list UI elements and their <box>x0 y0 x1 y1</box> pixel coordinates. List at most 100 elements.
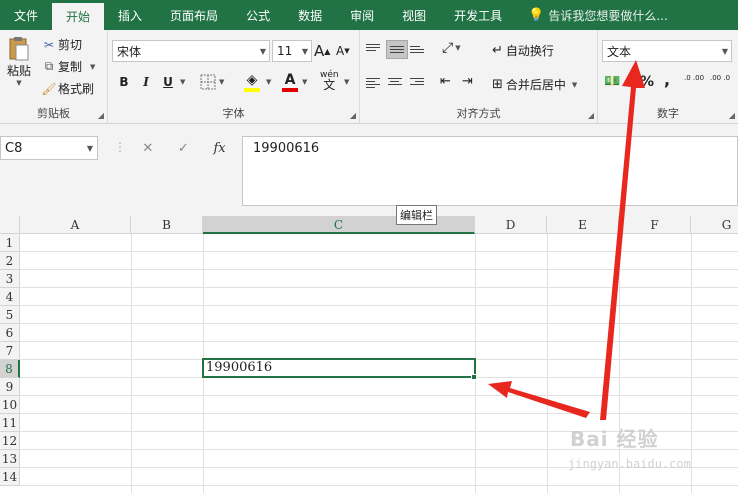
grow-font-button[interactable]: A ▲ <box>314 42 330 60</box>
decrease-indent-button[interactable]: ⇤ <box>440 74 451 89</box>
tab-page-layout[interactable]: 页面布局 <box>156 0 232 30</box>
chevron-down-icon[interactable]: ▼ <box>344 78 349 86</box>
tab-home[interactable]: 开始 <box>52 3 105 30</box>
align-middle-button[interactable] <box>386 40 408 59</box>
alignment-group: ⤢ ▼ ⇤ ⇥ ↵ 自动换行 ⊞ 合并后居中 ▼ 对齐方式 ◢ <box>360 30 598 124</box>
number-group-label: 数字 <box>657 107 679 120</box>
row-header-14[interactable]: 14 <box>0 468 20 486</box>
tell-me-box[interactable]: 💡 告诉我您想要做什么... <box>516 0 668 30</box>
tab-formulas[interactable]: 公式 <box>232 0 284 30</box>
tab-review[interactable]: 审阅 <box>336 0 388 30</box>
format-painter-button[interactable]: 🖌 格式刷 <box>40 80 94 97</box>
cancel-icon[interactable]: ✕ <box>142 141 153 156</box>
chevron-down-icon: ▼ <box>571 80 578 89</box>
comma-button[interactable]: , <box>664 70 670 89</box>
align-left-button[interactable] <box>366 76 380 90</box>
align-right-button[interactable] <box>410 76 424 87</box>
row-header-6[interactable]: 6 <box>0 324 20 342</box>
tab-file[interactable]: 文件 <box>0 0 52 30</box>
row-header-2[interactable]: 2 <box>0 252 20 270</box>
row-header-13[interactable]: 13 <box>0 450 20 468</box>
tab-data[interactable]: 数据 <box>284 0 336 30</box>
active-cell-c8[interactable]: 19900616 <box>202 358 476 378</box>
borders-button[interactable]: ▼ <box>200 74 224 90</box>
font-size-combo[interactable]: 11 ▼ <box>272 40 312 62</box>
copy-label: 复制 <box>58 60 83 74</box>
insert-function-icon[interactable]: fx <box>213 141 225 156</box>
name-box[interactable]: C8 ▼ <box>0 136 98 160</box>
row-header-9[interactable]: 9 <box>0 378 20 396</box>
align-bottom-button[interactable] <box>410 44 424 55</box>
name-box-value: C8 <box>5 140 23 156</box>
increase-decimal-button[interactable]: .0 .00 <box>684 74 706 82</box>
row-header-3[interactable]: 3 <box>0 270 20 288</box>
underline-button[interactable]: U <box>158 72 178 92</box>
align-top-button[interactable] <box>366 42 380 53</box>
increase-indent-button[interactable]: ⇥ <box>462 74 473 89</box>
number-format-combo[interactable]: 文本 ▼ <box>602 40 732 62</box>
column-header-b[interactable]: B <box>131 216 203 234</box>
paintbrush-icon: 🖌 <box>41 81 57 96</box>
shrink-font-icon: A <box>336 44 345 58</box>
fill-color-button[interactable]: ◈ <box>244 72 260 92</box>
cut-button[interactable]: ✂ 剪切 <box>40 36 82 53</box>
cut-label: 剪切 <box>58 38 83 52</box>
watermark-brand: Bai 经验 <box>570 427 659 451</box>
font-size-value: 11 <box>277 44 293 58</box>
phonetic-icon: 文 <box>323 78 336 92</box>
column-header-e[interactable]: E <box>547 216 619 234</box>
column-header-a[interactable]: A <box>20 216 131 234</box>
chevron-down-icon[interactable]: ▼ <box>180 78 185 86</box>
orientation-button[interactable]: ⤢ ▼ <box>442 40 461 56</box>
percent-button[interactable]: % <box>640 74 654 90</box>
row-header-11[interactable]: 11 <box>0 414 20 432</box>
enter-check-icon[interactable]: ✓ <box>178 141 189 156</box>
tab-view[interactable]: 视图 <box>388 0 440 30</box>
formula-input[interactable]: 19900616 <box>242 136 738 206</box>
tell-me-text: 告诉我您想要做什么... <box>548 8 668 23</box>
tab-insert[interactable]: 插入 <box>104 0 156 30</box>
font-name-combo[interactable]: 宋体 ▼ <box>112 40 270 62</box>
align-center-button[interactable] <box>388 76 402 87</box>
dialog-launcher-icon[interactable]: ◢ <box>98 111 104 120</box>
dialog-launcher-icon[interactable]: ◢ <box>350 111 356 120</box>
align-left-icon <box>366 76 380 90</box>
column-header-f[interactable]: F <box>619 216 691 234</box>
column-header-d[interactable]: D <box>475 216 547 234</box>
row-header-7[interactable]: 7 <box>0 342 20 360</box>
row-header-5[interactable]: 5 <box>0 306 20 324</box>
column-header-g[interactable]: G <box>691 216 738 234</box>
bold-button[interactable]: B <box>114 72 134 92</box>
orientation-icon: ⤢ <box>442 40 454 56</box>
row-header-10[interactable]: 10 <box>0 396 20 414</box>
chevron-down-icon[interactable]: ▼ <box>266 78 271 86</box>
phonetic-guide-button[interactable]: wén 文 <box>320 70 339 92</box>
select-all-corner[interactable] <box>0 216 20 234</box>
shrink-font-button[interactable]: A ▼ <box>336 44 350 58</box>
currency-button[interactable]: 💵 <box>604 74 620 89</box>
chevron-down-icon[interactable]: ▼ <box>302 78 307 86</box>
copy-button[interactable]: ⧉ 复制 ▼ <box>40 58 96 75</box>
decrease-decimal-button[interactable]: .00 .0 <box>710 74 732 82</box>
grid-line <box>20 287 738 288</box>
chevron-down-icon: ▼ <box>721 46 728 56</box>
row-header-1[interactable]: 1 <box>0 234 20 252</box>
fill-handle[interactable] <box>471 374 477 380</box>
align-bottom-icon <box>410 44 424 55</box>
down-triangle-icon: ▼ <box>344 47 350 55</box>
row-header-12[interactable]: 12 <box>0 432 20 450</box>
font-color-button[interactable]: A <box>282 72 298 92</box>
wrap-text-button[interactable]: ↵ 自动换行 <box>492 42 554 59</box>
paste-button[interactable]: 粘贴 ▼ <box>4 36 34 87</box>
merge-center-button[interactable]: ⊞ 合并后居中 ▼ <box>492 76 577 93</box>
row-header-8[interactable]: 8 <box>0 360 20 378</box>
font-group: 宋体 ▼ 11 ▼ A ▲ A ▼ B I U ▼ ▼ ◈ ▼ A ▼ wén … <box>108 30 360 124</box>
grid-line <box>20 395 738 396</box>
dialog-launcher-icon[interactable]: ◢ <box>729 111 735 120</box>
decrease-indent-icon: ⇤ <box>440 74 451 89</box>
merge-icon: ⊞ <box>492 77 503 92</box>
dialog-launcher-icon[interactable]: ◢ <box>588 111 594 120</box>
italic-button[interactable]: I <box>136 72 156 92</box>
row-header-4[interactable]: 4 <box>0 288 20 306</box>
tab-developer[interactable]: 开发工具 <box>440 0 516 30</box>
